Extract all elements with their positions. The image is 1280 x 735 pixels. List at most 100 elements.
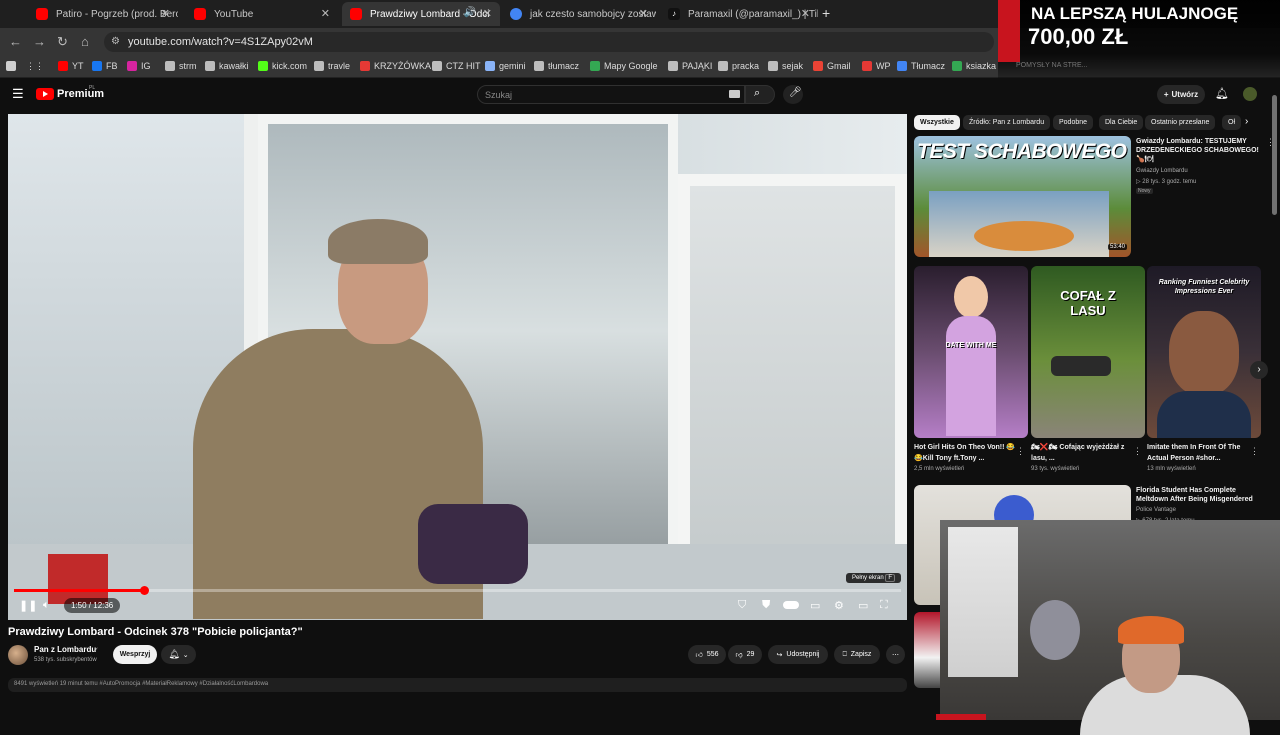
recommended-thumbnail-partial[interactable] (914, 612, 940, 688)
share-button[interactable]: ↪ Udostępnij (768, 645, 828, 664)
bookmark-item[interactable]: IG (127, 61, 151, 71)
tab-google-search[interactable]: jak czesto samobojcy zostawiaja ✕ (502, 2, 656, 26)
tab-prawdziwy-lombard[interactable]: Prawdziwy Lombard - Odci 🔊 ✕ (342, 2, 500, 26)
filter-chip[interactable]: Podobne (1053, 115, 1094, 130)
settings-gear-icon[interactable]: ⚙ (834, 599, 844, 612)
youtube-logo-icon[interactable] (36, 88, 54, 100)
close-icon[interactable]: ✕ (321, 7, 330, 20)
recommended-title[interactable]: Florida Student Has Complete Meltdown Af… (1136, 486, 1266, 504)
shorts-next-arrow-icon[interactable]: › (1250, 361, 1268, 379)
filter-chip[interactable]: Źródło: Pan z Lombardu (963, 115, 1051, 130)
back-icon[interactable]: ← (9, 34, 22, 49)
bookmark-item[interactable]: tłumacz (534, 61, 579, 71)
tab-patiro[interactable]: Patiro - Pogrzeb (prod. Bero) - Y ✕ (28, 2, 178, 26)
fullscreen-icon[interactable]: ⛶ (880, 599, 888, 612)
close-icon[interactable]: ✕ (639, 7, 648, 20)
close-icon[interactable]: ✕ (483, 7, 492, 20)
bookmark-item[interactable]: FB (92, 61, 118, 71)
close-icon[interactable]: ✕ (801, 7, 810, 20)
short-title[interactable]: Hot Girl Hits On Theo Von!! 😂😂Kill Tony … (914, 442, 1018, 464)
more-vertical-icon[interactable]: ⋮ (1016, 446, 1025, 457)
home-icon[interactable]: ⌂ (81, 34, 89, 49)
bookmark-item[interactable]: gemini (485, 61, 526, 71)
theater-mode-icon[interactable]: ▭ (858, 599, 868, 612)
bookmark-favicon-icon (205, 61, 215, 71)
bookmark-item[interactable]: Tłumacz (897, 61, 945, 71)
scrollbar-thumb[interactable] (1272, 95, 1277, 215)
short-views: 2,5 mln wyświetleń (914, 466, 965, 472)
recommended-channel[interactable]: Police Vantage (1136, 507, 1176, 513)
bookmark-item[interactable]: kick.com (258, 61, 307, 71)
save-button[interactable]: ⎕ Zapisz (834, 645, 880, 664)
url-text[interactable]: youtube.com/watch?v=4S1ZApy02vM (128, 36, 313, 48)
recommended-title[interactable]: Gwiazdy Lombardu: TESTUJEMY DRZEDENECKIE… (1136, 137, 1266, 164)
filter-chip[interactable]: Wszystkie (914, 115, 960, 130)
bookmark-item[interactable]: ksiazka (952, 61, 996, 71)
account-avatar[interactable] (1243, 87, 1257, 101)
short-title[interactable]: 🏍❌🏍 Cofając wyjeżdżał z lasu, ... (1031, 442, 1135, 464)
autoplay-toggle[interactable] (783, 601, 799, 609)
new-tab-button[interactable]: + (822, 5, 830, 21)
subtitles-icon[interactable]: ▭ (810, 599, 820, 612)
recommended-channel[interactable]: Gwiazdy Lombardu (1136, 168, 1188, 174)
keyboard-icon[interactable] (729, 90, 740, 98)
bookmark-item[interactable]: WP (862, 61, 891, 71)
tab-youtube[interactable]: YouTube ✕ (186, 2, 338, 26)
short-thumbnail[interactable]: DATE WITH ME (914, 266, 1028, 438)
bookmark-item[interactable]: KRZYŻÓWKA (360, 61, 431, 71)
bookmark-item[interactable]: PAJĄKI (668, 61, 712, 71)
tab-tiktok[interactable]: ♪ Paramaxil (@paramaxil_) | TikTo ✕ (660, 2, 818, 26)
forward-icon[interactable]: → (33, 34, 46, 49)
video-player[interactable] (8, 114, 907, 620)
bookmark-item[interactable]: travle (314, 61, 350, 71)
search-input[interactable] (477, 85, 745, 104)
bookmark-label: Mapy Google (604, 61, 658, 71)
menu-hamburger-icon[interactable]: ☰ (12, 86, 24, 102)
reload-icon[interactable]: ↻ (57, 34, 68, 50)
more-vertical-icon[interactable]: ⋮ (1250, 446, 1259, 457)
more-actions-button[interactable]: ⋯ (886, 645, 905, 664)
apps-grid-icon[interactable]: ⋮⋮ (26, 61, 44, 72)
short-thumbnail[interactable]: COFAŁ Z LASU (1031, 266, 1145, 438)
bookmark-item[interactable]: sejak (768, 61, 803, 71)
bookmark-item[interactable]: kawałki (205, 61, 249, 71)
chevron-right-icon[interactable]: › (1245, 116, 1248, 127)
adblock-shield-icon[interactable]: ⛉ (738, 599, 746, 612)
bookmark-item[interactable]: Gmail (813, 61, 851, 71)
subscription-bell-button[interactable]: 🔔︎ ⌄ (161, 645, 196, 664)
bookmark-item[interactable]: Mapy Google (590, 61, 658, 71)
site-info-icon[interactable]: ⚙ (111, 36, 120, 47)
filter-chip[interactable]: Oł (1222, 115, 1241, 130)
volume-icon[interactable]: 🔈︎ (43, 599, 50, 612)
bookmark-item[interactable]: pracka (718, 61, 759, 71)
short-title[interactable]: Imitate them In Front Of The Actual Pers… (1147, 442, 1251, 464)
bookmark-favicon-icon (718, 61, 728, 71)
notifications-bell-icon[interactable]: 🔔︎ (1215, 87, 1229, 100)
bookmark-item[interactable]: CTZ HIT (432, 61, 481, 71)
join-button[interactable]: Wesprzyj (113, 645, 157, 664)
audio-playing-icon[interactable]: 🔊 (464, 7, 476, 18)
scrubber-handle[interactable] (139, 586, 149, 595)
bookmark-favicon-icon (668, 61, 678, 71)
short-thumbnail[interactable]: Ranking Funniest Celebrity Impressions E… (1147, 266, 1261, 438)
webcam-background-object (1030, 600, 1080, 660)
youtube-logo-text[interactable]: Premium (57, 88, 104, 100)
create-button[interactable]: + Utwórz (1157, 85, 1205, 104)
description-preview[interactable]: 8491 wyświetleń 19 minut temu #AutoPromo… (8, 678, 907, 692)
filter-chip[interactable]: Ostatnio przesłane (1145, 115, 1216, 130)
voice-search-button[interactable]: 🎤︎ (783, 85, 803, 104)
search-button[interactable]: ⌕ (745, 85, 775, 104)
shield-icon[interactable]: ⛊ (762, 599, 770, 612)
close-icon[interactable]: ✕ (161, 7, 170, 20)
pause-icon[interactable]: ❚❚ (19, 599, 37, 612)
channel-avatar[interactable] (8, 645, 28, 665)
like-button[interactable]: 👍︎ 556 (688, 645, 726, 664)
bookmark-item[interactable]: YT (58, 61, 84, 71)
bookmark-item[interactable]: strm (165, 61, 197, 71)
more-vertical-icon[interactable]: ⋮ (1133, 446, 1142, 457)
bookmarks-menu-icon[interactable] (6, 61, 20, 71)
create-label: Utwórz (1171, 90, 1199, 99)
channel-name[interactable]: Pan z Lombardu (34, 645, 96, 654)
dislike-button[interactable]: 👎︎ 29 (728, 645, 762, 664)
filter-chip[interactable]: Dla Ciebie (1099, 115, 1144, 130)
